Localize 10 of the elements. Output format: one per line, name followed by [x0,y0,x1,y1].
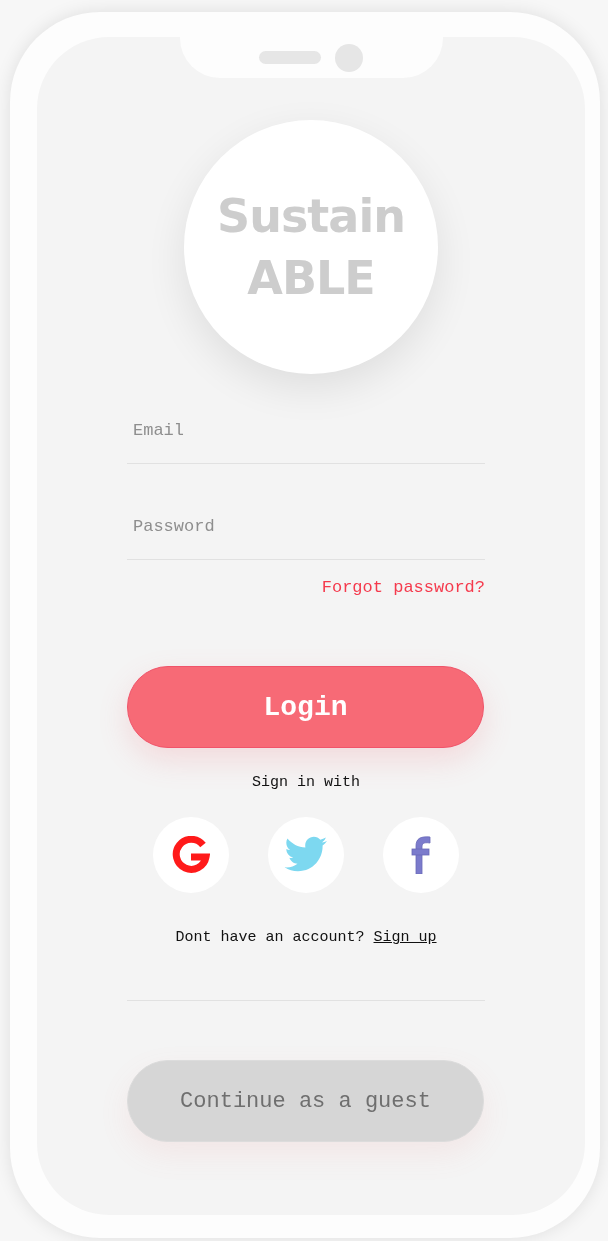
forgot-password-link[interactable]: Forgot password? [321,578,485,597]
input-field[interactable]: Email [127,398,485,464]
login-button[interactable]: Login [127,666,484,748]
f-icon [411,836,431,874]
sign-in-with-label: Sign in with [252,773,360,793]
g-icon [172,836,210,874]
bird-icon [283,836,329,874]
input-field[interactable]: Password [127,494,485,560]
signup-prompt: Dont have an account? Sign up [174,928,438,948]
sign-up-link[interactable]: Sign up [373,929,437,946]
